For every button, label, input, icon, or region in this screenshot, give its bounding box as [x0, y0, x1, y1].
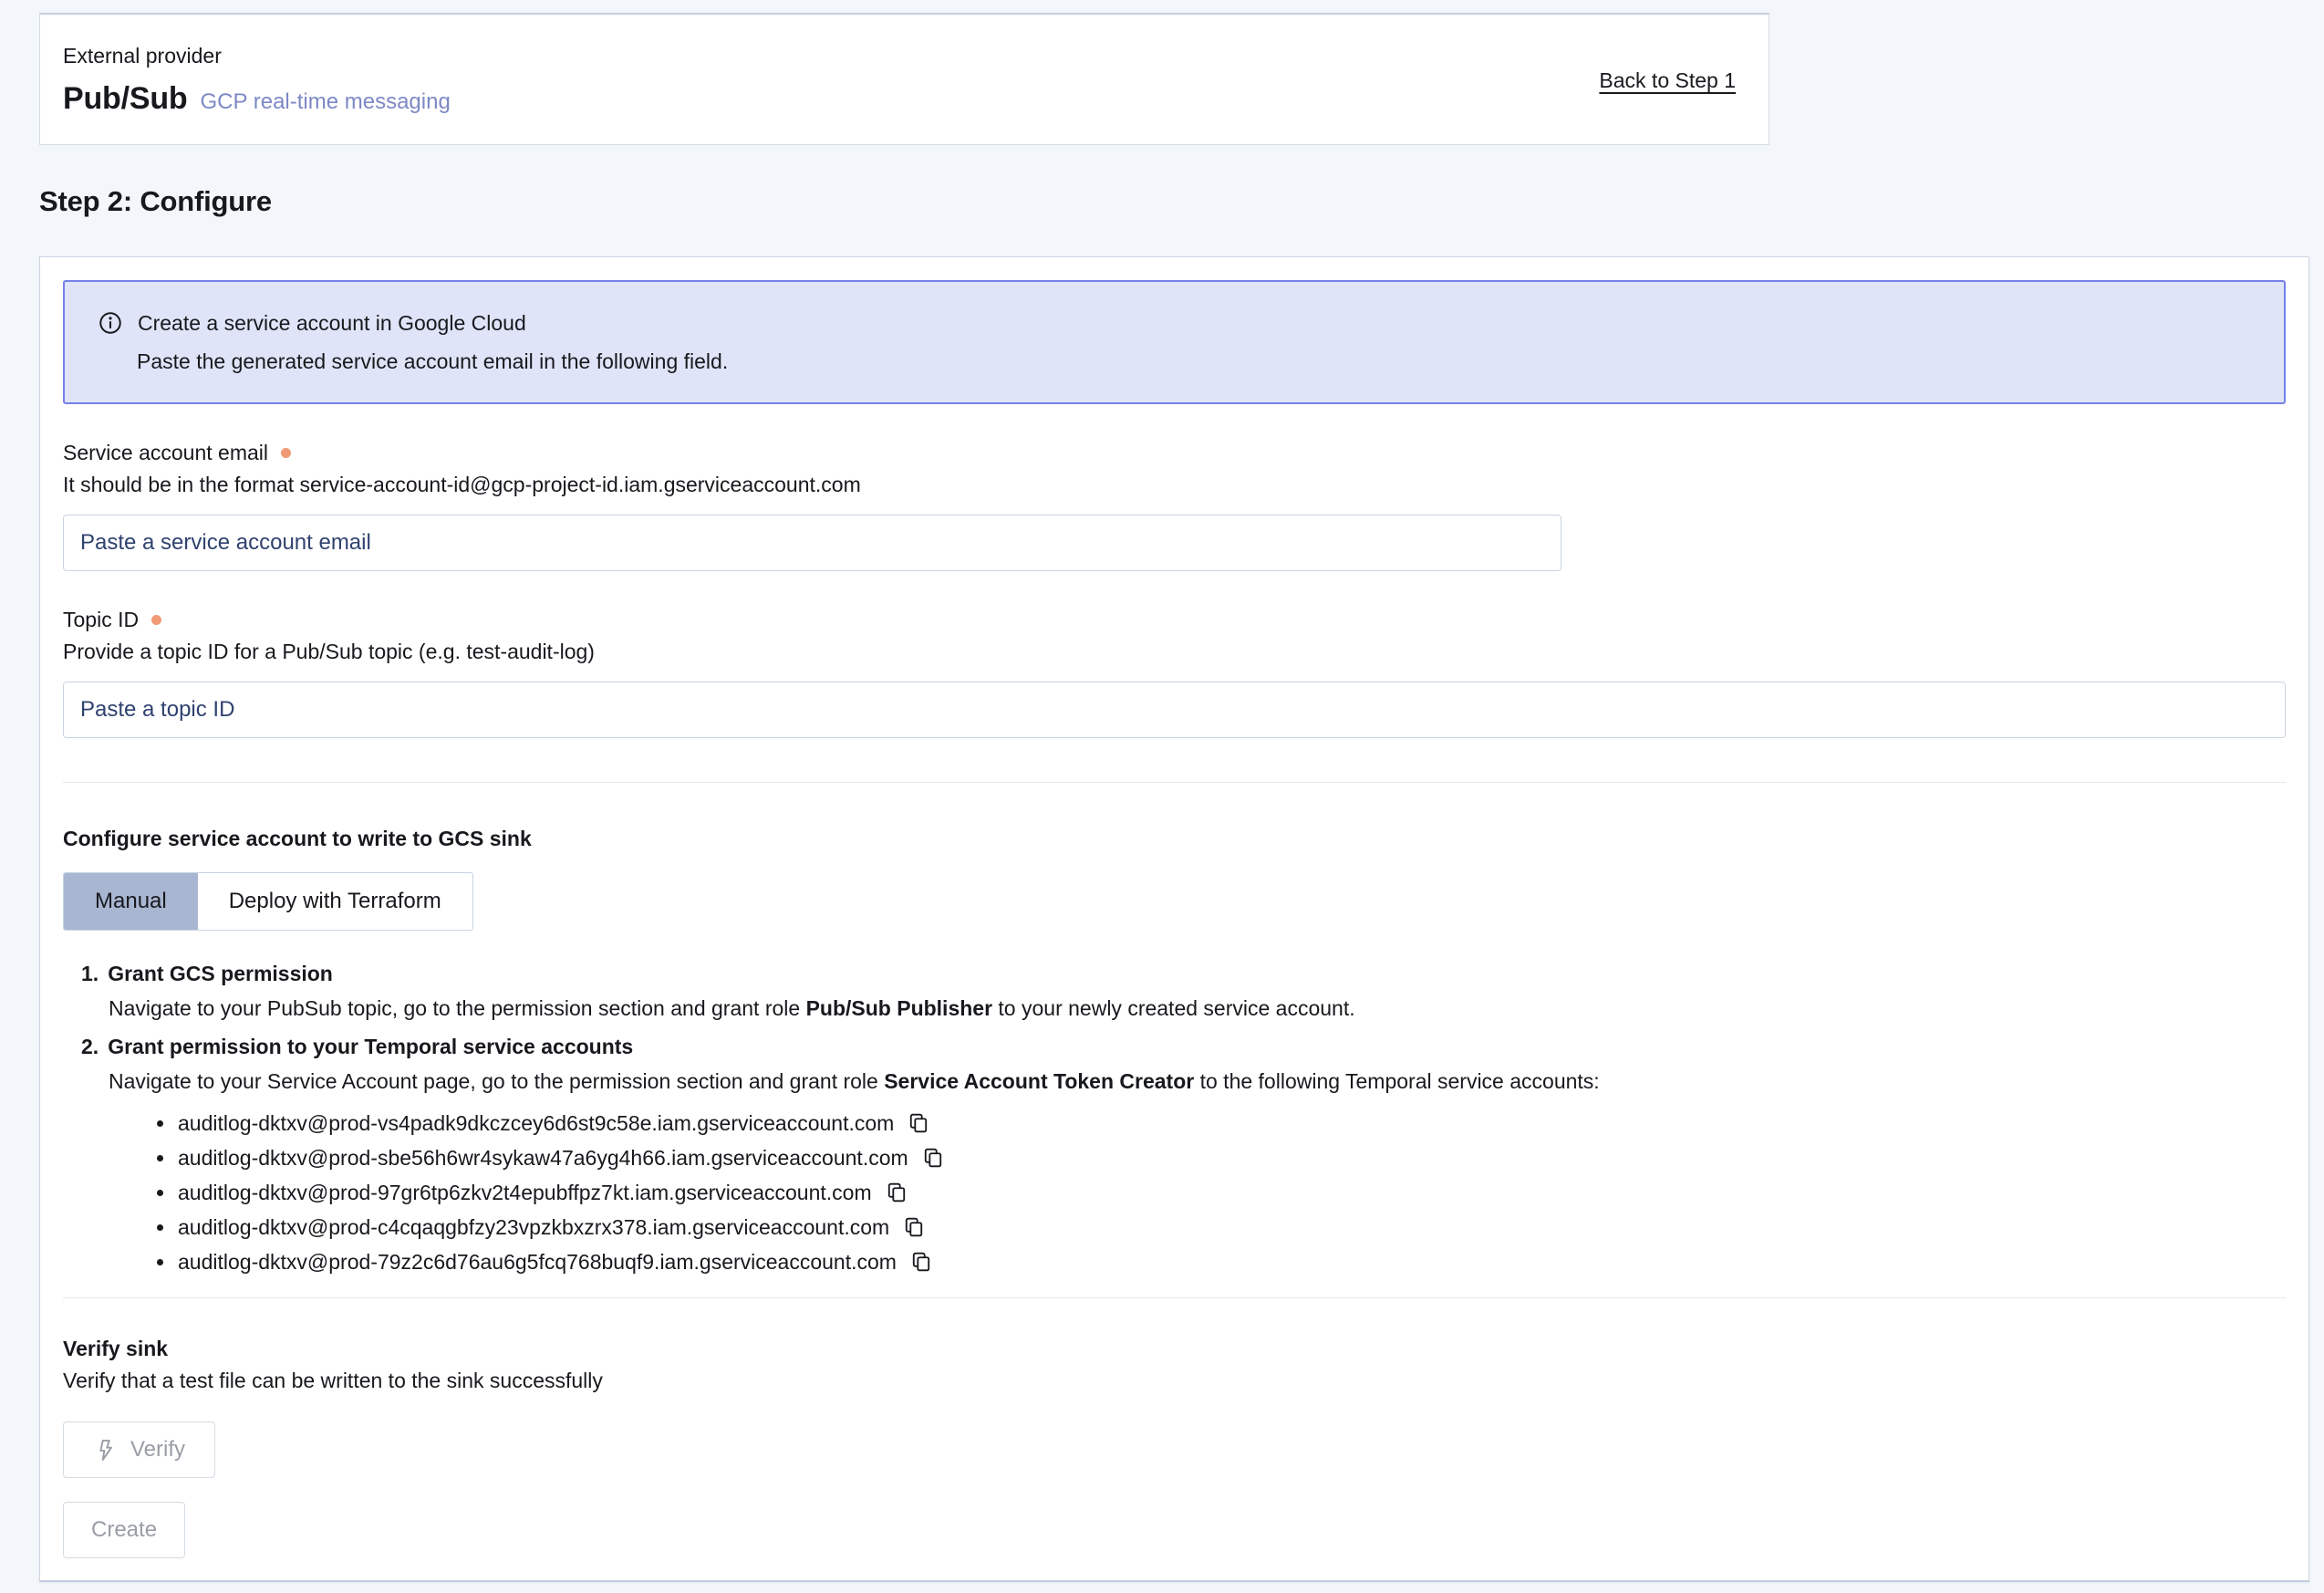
service-account-row: auditlog-dktxv@prod-97gr6tp6zkv2t4epubff…	[157, 1175, 2286, 1210]
copy-icon[interactable]	[883, 1179, 910, 1206]
service-account-row: auditlog-dktxv@prod-c4cqaqgbfzy23vpzkbxz…	[157, 1210, 2286, 1244]
step-number: 1.	[81, 960, 99, 987]
copy-icon[interactable]	[919, 1144, 947, 1171]
required-indicator	[151, 615, 161, 625]
provider-name: Pub/Sub	[63, 81, 187, 117]
service-account-email-input[interactable]	[63, 515, 1561, 571]
service-account-row: auditlog-dktxv@prod-vs4padk9dkczcey6d6st…	[157, 1106, 2286, 1140]
section-divider	[63, 782, 2286, 783]
service-account-row: auditlog-dktxv@prod-sbe56h6wr4sykaw47a6y…	[157, 1140, 2286, 1175]
step-number: 2.	[81, 1033, 99, 1060]
step-body: Navigate to your Service Account page, g…	[109, 1067, 2286, 1095]
service-account-email: auditlog-dktxv@prod-79z2c6d76au6g5fcq768…	[178, 1250, 897, 1275]
info-banner-body: Paste the generated service account emai…	[137, 348, 2257, 375]
service-account-email: auditlog-dktxv@prod-sbe56h6wr4sykaw47a6y…	[178, 1146, 908, 1171]
service-account-email: auditlog-dktxv@prod-97gr6tp6zkv2t4epubff…	[178, 1181, 872, 1205]
bullet-dot	[157, 1190, 163, 1196]
info-icon	[98, 310, 123, 341]
page-title: Step 2: Configure	[39, 185, 2324, 218]
tab-deploy-with-terraform[interactable]: Deploy with Terraform	[198, 873, 472, 930]
provider-card: External provider Pub/Sub GCP real-time …	[39, 13, 1769, 145]
verify-sink-description: Verify that a test file can be written t…	[63, 1367, 2286, 1394]
provider-label: External provider	[63, 44, 451, 68]
step-grant-gcs-permission: 1. Grant GCS permission Navigate to your…	[63, 960, 2286, 1022]
bullet-dot	[157, 1120, 163, 1127]
required-indicator	[281, 448, 291, 458]
bullet-dot	[157, 1259, 163, 1265]
back-to-step-1-link[interactable]: Back to Step 1	[1599, 68, 1736, 93]
topic-id-label: Topic ID	[63, 606, 139, 633]
configure-card: Create a service account in Google Cloud…	[39, 256, 2309, 1582]
bullet-dot	[157, 1224, 163, 1231]
service-account-email-field-group: Service account email It should be in th…	[63, 439, 2286, 571]
step-body: Navigate to your PubSub topic, go to the…	[109, 994, 2286, 1022]
provider-description: GCP real-time messaging	[200, 89, 450, 115]
copy-icon[interactable]	[905, 1109, 932, 1137]
section-divider	[63, 1297, 2286, 1298]
provider-info: External provider Pub/Sub GCP real-time …	[63, 44, 451, 117]
verify-sink-heading: Verify sink	[63, 1335, 2286, 1362]
lightning-icon	[93, 1438, 118, 1463]
service-account-list: auditlog-dktxv@prod-vs4padk9dkczcey6d6st…	[63, 1106, 2286, 1279]
info-banner: Create a service account in Google Cloud…	[63, 280, 2286, 404]
service-account-email: auditlog-dktxv@prod-c4cqaqgbfzy23vpzkbxz…	[178, 1215, 889, 1240]
bullet-dot	[157, 1155, 163, 1161]
step-title: Grant permission to your Temporal servic…	[108, 1033, 633, 1060]
service-account-email-label: Service account email	[63, 439, 268, 466]
copy-icon[interactable]	[900, 1213, 928, 1241]
create-button[interactable]: Create	[63, 1502, 185, 1558]
tab-manual[interactable]: Manual	[64, 873, 198, 930]
configure-section-heading: Configure service account to write to GC…	[63, 825, 2286, 852]
topic-id-field-group: Topic ID Provide a topic ID for a Pub/Su…	[63, 606, 2286, 738]
service-account-email-description: It should be in the format service-accou…	[63, 471, 2286, 498]
info-banner-title: Create a service account in Google Cloud	[138, 309, 526, 337]
copy-icon[interactable]	[908, 1248, 935, 1275]
service-account-email: auditlog-dktxv@prod-vs4padk9dkczcey6d6st…	[178, 1111, 894, 1136]
topic-id-input[interactable]	[63, 682, 2286, 738]
topic-id-description: Provide a topic ID for a Pub/Sub topic (…	[63, 638, 2286, 665]
service-account-row: auditlog-dktxv@prod-79z2c6d76au6g5fcq768…	[157, 1244, 2286, 1279]
verify-button[interactable]: Verify	[63, 1421, 215, 1478]
step-grant-temporal-permission: 2. Grant permission to your Temporal ser…	[63, 1033, 2286, 1279]
step-title: Grant GCS permission	[108, 960, 333, 987]
deploy-method-tabs: Manual Deploy with Terraform	[63, 872, 473, 931]
instruction-steps: 1. Grant GCS permission Navigate to your…	[63, 960, 2286, 1279]
